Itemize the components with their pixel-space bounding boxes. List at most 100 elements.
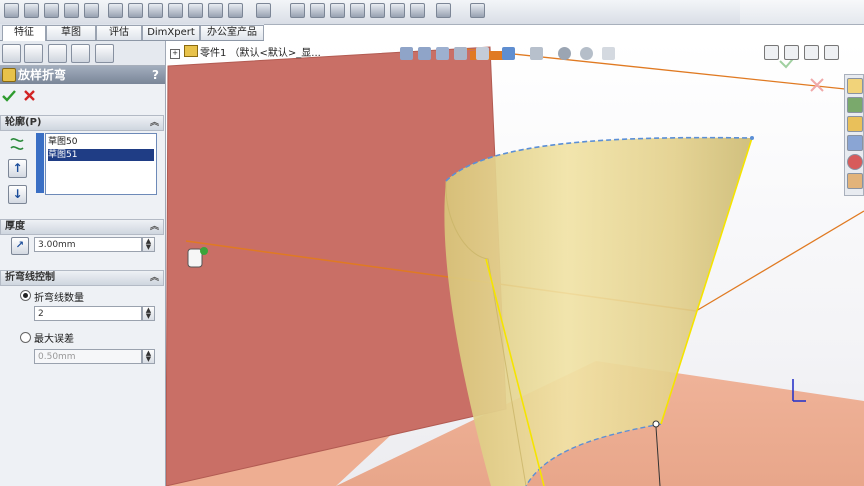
model-canvas[interactable] xyxy=(166,41,864,486)
home-icon[interactable] xyxy=(847,78,863,94)
part-label[interactable]: 零件1 （默认<默认>_显... xyxy=(200,48,321,59)
design-library-icon[interactable] xyxy=(847,97,863,113)
endpoint[interactable] xyxy=(652,420,660,428)
hide-show-icon[interactable] xyxy=(530,47,543,60)
bend-count-input[interactable]: 2 xyxy=(34,306,142,321)
toolbar-icon[interactable] xyxy=(390,3,405,18)
bend-control-section-header[interactable]: 折弯线控制 ︽ xyxy=(0,270,164,286)
view-palette-icon[interactable] xyxy=(847,135,863,151)
max-deviation-radio[interactable] xyxy=(20,332,31,343)
collapse-icon[interactable]: ︽ xyxy=(150,271,159,285)
toolbar-icon[interactable] xyxy=(108,3,123,18)
tab-office-products[interactable]: 办公室产品 xyxy=(200,25,264,40)
top-toolbar xyxy=(0,0,864,25)
help-button[interactable]: ? xyxy=(152,66,159,84)
collapse-icon[interactable]: ︽ xyxy=(150,116,159,130)
window-maximize-icon[interactable] xyxy=(804,45,819,60)
file-explorer-icon[interactable] xyxy=(847,116,863,132)
ok-button[interactable] xyxy=(2,90,16,102)
toolbar-icon[interactable] xyxy=(436,3,451,18)
profiles-section-title: 轮廓(P) xyxy=(5,117,42,128)
toolbar-icon[interactable] xyxy=(128,3,143,18)
bend-control-section-title: 折弯线控制 xyxy=(5,272,55,283)
zoom-fit-icon[interactable] xyxy=(400,47,413,60)
toolbar-icon[interactable] xyxy=(310,3,325,18)
manager-icon-tabs xyxy=(0,41,165,66)
tab-features[interactable]: 特征 xyxy=(2,25,46,41)
collapse-icon[interactable]: ︽ xyxy=(150,220,159,234)
appearances-icon[interactable] xyxy=(847,154,863,170)
dimxpert-icon[interactable] xyxy=(71,44,90,63)
toolbar-icon[interactable] xyxy=(290,3,305,18)
max-deviation-input[interactable]: 0.50mm xyxy=(34,349,142,364)
cancel-button[interactable] xyxy=(24,90,35,101)
cursor-check-icon xyxy=(200,247,208,255)
cursor-icon xyxy=(187,248,203,268)
profiles-list[interactable]: 草图50 草图51 xyxy=(45,133,157,195)
window-close-icon[interactable] xyxy=(824,45,839,60)
bend-count-label: 折弯线数量 xyxy=(34,293,84,304)
profile-icon xyxy=(9,136,25,152)
view-settings-icon[interactable] xyxy=(602,47,615,60)
list-item[interactable]: 草图51 xyxy=(48,149,154,161)
toolbar-spacer xyxy=(740,0,864,24)
sheet-metal-icon xyxy=(2,68,16,82)
move-down-button[interactable]: ↓ xyxy=(8,185,27,204)
toolbar-icon[interactable] xyxy=(330,3,345,18)
tab-sketch[interactable]: 草图 xyxy=(46,25,96,40)
toolbar-icon[interactable] xyxy=(228,3,243,18)
thickness-icon: ↗ xyxy=(11,237,29,255)
max-deviation-label: 最大误差 xyxy=(34,334,74,345)
task-pane-tabs xyxy=(844,74,864,196)
list-item[interactable]: 草图50 xyxy=(48,136,154,148)
thickness-section-header[interactable]: 厚度 ︽ xyxy=(0,219,164,235)
expand-icon[interactable]: + xyxy=(170,49,180,59)
custom-properties-icon[interactable] xyxy=(847,173,863,189)
endpoint[interactable] xyxy=(750,136,754,140)
toolbar-icon[interactable] xyxy=(148,3,163,18)
thickness-input[interactable]: 3.00mm xyxy=(34,237,142,252)
property-manager: 放样折弯 ? 轮廓(P) ︽ ↑ ↓ 草图50 草图51 厚度 ︽ ↗ 3.00… xyxy=(0,41,166,486)
toolbar-icon[interactable] xyxy=(410,3,425,18)
scene-icon[interactable] xyxy=(580,47,593,60)
window-minimize-icon[interactable] xyxy=(784,45,799,60)
bend-count-radio[interactable] xyxy=(20,290,31,301)
toolbar-icon[interactable] xyxy=(370,3,385,18)
section-view-icon[interactable] xyxy=(454,47,467,60)
property-manager-icon[interactable] xyxy=(24,44,43,63)
toolbar-icon[interactable] xyxy=(470,3,485,18)
previous-view-icon[interactable] xyxy=(436,47,449,60)
toolbar-icon[interactable] xyxy=(4,3,19,18)
feature-title-bar: 放样折弯 ? xyxy=(0,66,165,84)
bend-count-spinner[interactable]: ▲ ▼ xyxy=(142,306,155,321)
toolbar-icon[interactable] xyxy=(84,3,99,18)
profiles-section-header[interactable]: 轮廓(P) ︽ xyxy=(0,115,164,131)
toolbar-icon[interactable] xyxy=(256,3,271,18)
selection-color-bar xyxy=(36,133,44,193)
move-up-button[interactable]: ↑ xyxy=(8,159,27,178)
ok-cancel-group xyxy=(2,90,35,102)
panel-empty-area xyxy=(0,371,165,486)
feature-tree-icon[interactable] xyxy=(2,44,21,63)
toolbar-icon[interactable] xyxy=(64,3,79,18)
toolbar-icon[interactable] xyxy=(168,3,183,18)
display-style-icon[interactable] xyxy=(502,47,515,60)
window-restore-icon[interactable] xyxy=(764,45,779,60)
tab-dimxpert[interactable]: DimXpert xyxy=(142,25,200,40)
part-icon xyxy=(184,45,198,57)
toolbar-icon[interactable] xyxy=(44,3,59,18)
toolbar-icon[interactable] xyxy=(188,3,203,18)
toolbar-icon[interactable] xyxy=(24,3,39,18)
thickness-spinner[interactable]: ▲ ▼ xyxy=(142,237,155,252)
toolbar-icon[interactable] xyxy=(350,3,365,18)
view-orientation-icon[interactable] xyxy=(476,47,489,60)
toolbar-icon[interactable] xyxy=(208,3,223,18)
display-manager-icon[interactable] xyxy=(95,44,114,63)
configuration-icon[interactable] xyxy=(48,44,67,63)
flyout-tree[interactable]: + 零件1 （默认<默认>_显... xyxy=(170,44,321,59)
tab-evaluate[interactable]: 评估 xyxy=(96,25,142,40)
zoom-area-icon[interactable] xyxy=(418,47,431,60)
max-deviation-spinner[interactable]: ▲ ▼ xyxy=(142,349,155,364)
appearance-icon[interactable] xyxy=(558,47,571,60)
graphics-viewport[interactable]: + 零件1 （默认<默认>_显... xyxy=(166,41,864,486)
